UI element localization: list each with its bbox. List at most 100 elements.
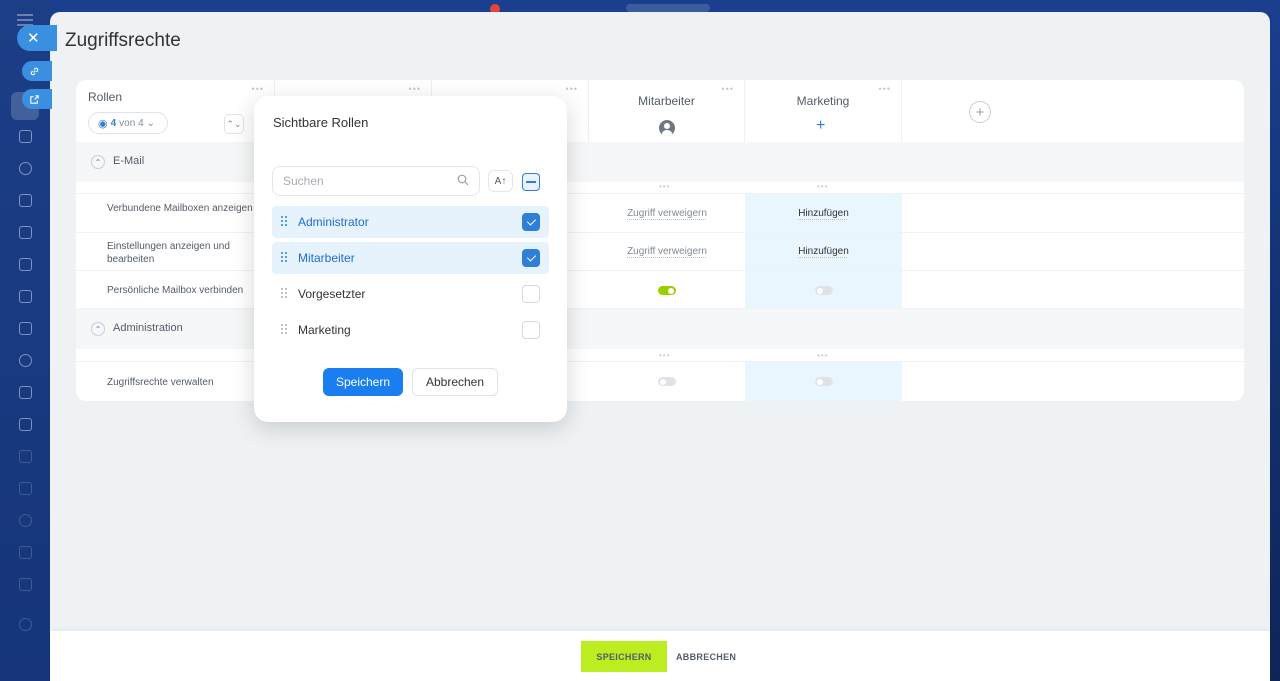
- role-option-administrator[interactable]: Administrator: [272, 206, 549, 238]
- cell-menu-icon[interactable]: •••: [817, 351, 828, 360]
- table-row: Zugriffsrechte verwalten: [76, 362, 1244, 401]
- sort-button[interactable]: A↑: [488, 170, 513, 192]
- monitor-icon[interactable]: [19, 258, 32, 271]
- calendar-icon[interactable]: [19, 194, 32, 207]
- table-row: Persönliche Mailbox verbinden: [76, 271, 1244, 309]
- close-icon: ✕: [27, 30, 40, 47]
- filter-icon[interactable]: [19, 418, 32, 431]
- column-menu-icon[interactable]: •••: [566, 84, 578, 94]
- sort-alpha-icon: A↑: [494, 175, 507, 187]
- file-icon[interactable]: [19, 226, 32, 239]
- roles-header: Rollen ••• ◉ 4 von 4 ⌄ ⌃⌄: [76, 80, 275, 142]
- permission-cell-mitarbeiter[interactable]: Zugriff verweigern: [589, 208, 745, 219]
- collapse-all-button[interactable]: ⌃⌄: [224, 114, 244, 134]
- role-search-field[interactable]: [272, 166, 480, 196]
- popup-title: Sichtbare Rollen: [273, 115, 369, 130]
- row-label: Einstellungen anzeigen und bearbeiten: [107, 241, 230, 265]
- role-column-mitarbeiter: Mitarbeiter •••: [589, 80, 745, 142]
- open-new-window-tab[interactable]: [22, 89, 52, 109]
- add-role-button[interactable]: +: [969, 101, 991, 123]
- hexagon-icon[interactable]: [19, 162, 32, 175]
- column-menu-icon[interactable]: •••: [722, 84, 734, 94]
- column-menu-icon[interactable]: •••: [879, 84, 891, 94]
- permission-cell-mitarbeiter[interactable]: Zugriff verweigern: [589, 246, 745, 257]
- collapse-icon: ⌃⌄: [226, 118, 242, 129]
- plus-icon: +: [975, 103, 985, 121]
- role-option-label: Vorgesetzter: [298, 287, 366, 301]
- page-title: Zugriffsrechte: [65, 30, 181, 51]
- edit-icon[interactable]: [19, 578, 32, 591]
- card-icon[interactable]: [19, 290, 32, 303]
- plus-icon[interactable]: +: [816, 118, 825, 134]
- storage-icon[interactable]: [19, 482, 32, 495]
- permission-toggle-mitarbeiter[interactable]: [658, 286, 676, 295]
- popup-save-button[interactable]: Speichern: [323, 368, 403, 396]
- mail-icon[interactable]: [19, 322, 32, 335]
- save-button[interactable]: SPEICHERN: [581, 641, 667, 672]
- cell-menu-icon[interactable]: •••: [659, 182, 670, 191]
- section-header-administration[interactable]: ⌃ Administration: [76, 309, 1244, 349]
- column-title: Marketing: [796, 94, 850, 108]
- users-icon[interactable]: [19, 354, 32, 367]
- table-row-spacer: ••• •••: [76, 349, 1244, 362]
- cell-menu-icon[interactable]: •••: [817, 182, 828, 191]
- permission-toggle-marketing[interactable]: [815, 286, 833, 295]
- bottom-action-bar: SPEICHERN ABBRECHEN: [50, 631, 1270, 681]
- visible-roles-popup: Sichtbare Rollen A↑ Administrator Mitarb…: [254, 96, 567, 422]
- cart-icon[interactable]: [19, 546, 32, 559]
- cell-menu-icon[interactable]: •••: [659, 351, 670, 360]
- visible-roles-selector[interactable]: ◉ 4 von 4 ⌄: [88, 112, 168, 134]
- deselect-all-checkbox[interactable]: [522, 173, 540, 191]
- chevron-down-icon: ⌄: [146, 117, 156, 129]
- search-icon[interactable]: [457, 174, 469, 186]
- close-slider-button[interactable]: ✕: [17, 25, 57, 51]
- permission-cell-marketing[interactable]: Hinzufügen: [745, 208, 902, 219]
- role-option-marketing[interactable]: Marketing: [272, 314, 549, 346]
- target-icon[interactable]: [19, 514, 32, 527]
- role-checkbox[interactable]: [522, 285, 540, 303]
- document-icon[interactable]: [19, 130, 32, 143]
- chevron-up-icon[interactable]: ⌃: [91, 322, 105, 336]
- role-option-mitarbeiter[interactable]: Mitarbeiter: [272, 242, 549, 274]
- search-input[interactable]: [273, 167, 443, 195]
- role-checkbox[interactable]: [522, 213, 540, 231]
- external-link-icon: [30, 94, 39, 104]
- top-search-pill[interactable]: [626, 4, 710, 12]
- permission-toggle-marketing[interactable]: [815, 377, 833, 386]
- role-checkbox[interactable]: [522, 249, 540, 267]
- role-option-label: Administrator: [298, 215, 369, 229]
- drag-handle-icon[interactable]: [281, 288, 289, 300]
- role-option-vorgesetzter[interactable]: Vorgesetzter: [272, 278, 549, 310]
- settings-icon[interactable]: [19, 618, 32, 631]
- eye-icon: ◉: [98, 117, 108, 130]
- row-label: Verbundene Mailboxen anzeigen: [107, 203, 253, 214]
- drag-handle-icon[interactable]: [281, 324, 289, 336]
- link-icon: [30, 67, 39, 75]
- visible-roles-count: 4: [110, 117, 117, 129]
- schedule-icon[interactable]: [19, 450, 32, 463]
- roles-header-label: Rollen: [88, 90, 123, 104]
- table-row-spacer: ••• •••: [76, 182, 1244, 194]
- drag-handle-icon[interactable]: [281, 216, 289, 228]
- cancel-button[interactable]: ABBRECHEN: [676, 641, 736, 672]
- column-title: Mitarbeiter: [638, 94, 695, 108]
- permission-toggle-mitarbeiter[interactable]: [658, 377, 676, 386]
- visible-roles-total: von 4: [119, 117, 144, 129]
- copy-link-tab[interactable]: [22, 61, 52, 81]
- table-row: Verbundene Mailboxen anzeigen Zugriff ve…: [76, 194, 1244, 233]
- permission-cell-marketing[interactable]: Hinzufügen: [745, 246, 902, 257]
- drag-handle-icon[interactable]: [281, 252, 289, 264]
- section-title: Administration: [113, 322, 183, 334]
- row-label: Zugriffsrechte verwalten: [107, 377, 214, 388]
- user-avatar-icon[interactable]: [658, 120, 675, 136]
- access-rights-panel: Zugriffsrechte Rollen ••• ◉ 4 von 4 ⌄ ⌃⌄…: [50, 12, 1270, 681]
- section-header-email[interactable]: ⌃ E-Mail: [76, 142, 1244, 182]
- roles-menu-icon[interactable]: •••: [252, 84, 264, 94]
- permissions-table: Rollen ••• ◉ 4 von 4 ⌄ ⌃⌄ ••• ••• Mitarb…: [76, 80, 1244, 401]
- role-checkbox[interactable]: [522, 321, 540, 339]
- task-check-icon[interactable]: [19, 386, 32, 399]
- column-menu-icon[interactable]: •••: [409, 84, 421, 94]
- role-option-label: Marketing: [298, 323, 351, 337]
- popup-cancel-button[interactable]: Abbrechen: [412, 368, 498, 396]
- chevron-up-icon[interactable]: ⌃: [91, 155, 105, 169]
